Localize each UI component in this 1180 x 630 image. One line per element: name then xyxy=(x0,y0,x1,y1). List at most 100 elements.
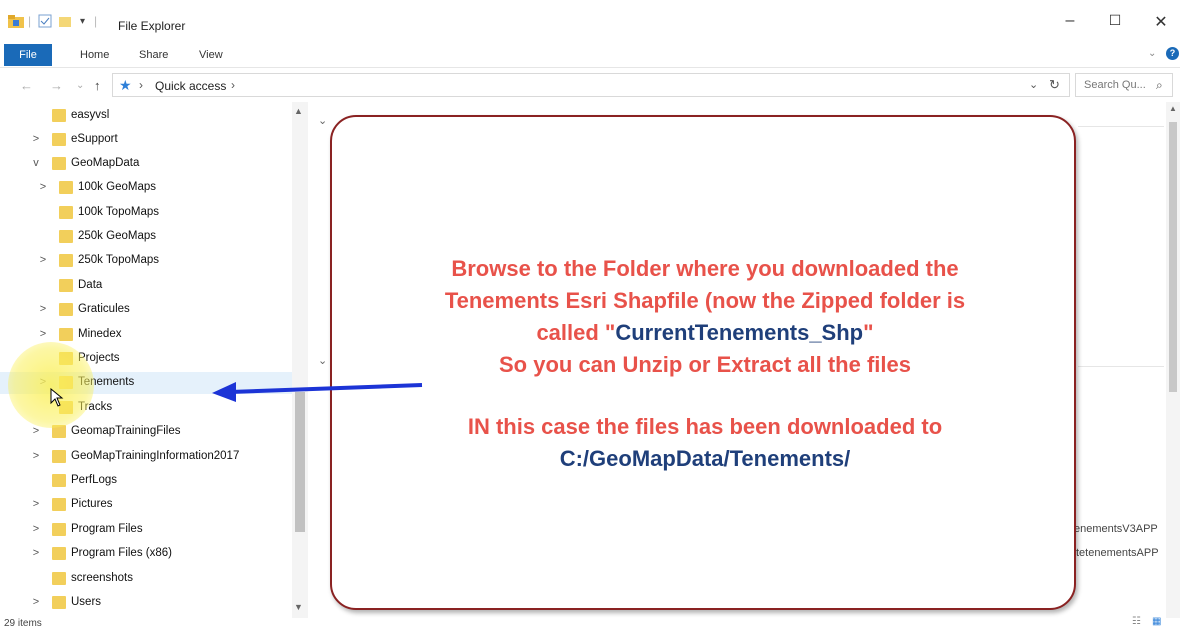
expand-chevron-icon[interactable]: > xyxy=(30,596,42,608)
properties-icon[interactable] xyxy=(38,14,52,28)
tree-item[interactable]: > Program Files xyxy=(0,519,292,541)
breadcrumb-quick-access[interactable]: Quick access xyxy=(155,79,226,93)
folder-icon xyxy=(52,133,66,146)
tab-view[interactable]: View xyxy=(199,49,223,61)
content-scrollbar[interactable]: ▲ xyxy=(1166,102,1180,618)
window-title: File Explorer xyxy=(118,19,186,33)
tree-item-label: Program Files (x86) xyxy=(71,547,172,559)
tree-item-label: PerfLogs xyxy=(71,474,118,486)
search-input[interactable]: Search Qu... ⌕ xyxy=(1075,73,1173,97)
folder-icon xyxy=(52,596,66,609)
tree-item[interactable]: > Users xyxy=(0,592,292,614)
file-explorer-icon[interactable] xyxy=(8,14,24,28)
tree-item[interactable]: > eSupport xyxy=(0,129,292,151)
large-icons-view-icon[interactable]: ▦ xyxy=(1152,616,1161,627)
file-name-partial[interactable]: tetenementsAPP xyxy=(1076,547,1159,559)
item-count: 29 items xyxy=(4,618,42,629)
expand-chevron-icon[interactable]: > xyxy=(37,303,49,315)
folder-icon xyxy=(59,181,73,194)
file-name-partial[interactable]: enementsV3APP xyxy=(1074,523,1158,535)
folder-icon xyxy=(59,254,73,267)
tree-item-label: 250k GeoMaps xyxy=(78,230,156,242)
status-bar: 29 items ☷ ▦ xyxy=(0,616,1180,630)
scroll-up-icon[interactable]: ▲ xyxy=(1169,104,1177,113)
scroll-up-icon[interactable]: ▲ xyxy=(294,106,303,116)
expand-chevron-icon[interactable]: > xyxy=(30,450,42,462)
group-collapse-icon[interactable]: ⌄ xyxy=(318,114,327,127)
search-placeholder: Search Qu... xyxy=(1084,79,1146,91)
refresh-icon[interactable]: ↻ xyxy=(1049,77,1060,93)
tree-item[interactable]: Data xyxy=(0,275,292,297)
tree-item-label: 100k TopoMaps xyxy=(78,206,159,218)
scrollbar-thumb[interactable] xyxy=(295,392,305,532)
tree-item[interactable]: > GeoMapTrainingInformation2017 xyxy=(0,446,292,468)
tree-item-label: GeoMapData xyxy=(71,157,140,169)
tab-share[interactable]: Share xyxy=(139,49,168,61)
cursor-highlight xyxy=(8,342,94,428)
back-arrow-icon[interactable]: ← xyxy=(20,78,33,93)
callout-line: IN this case the files has been download… xyxy=(467,414,943,439)
scroll-down-icon[interactable]: ▼ xyxy=(294,602,303,612)
tree-item[interactable]: >100k GeoMaps xyxy=(0,177,292,199)
address-bar-row: ← → ⌄ ↑ ★ › Quick access › ⌄ ↻ Search Qu… xyxy=(0,68,1180,102)
folder-icon xyxy=(59,206,73,219)
group-divider xyxy=(1078,126,1164,127)
recent-locations-icon[interactable]: ⌄ xyxy=(76,80,84,91)
breadcrumb-separator-icon[interactable]: › xyxy=(231,78,235,92)
divider: | xyxy=(28,14,32,28)
expand-chevron-icon[interactable]: > xyxy=(30,523,42,535)
tree-item[interactable]: > Graticules xyxy=(0,299,292,321)
folder-icon xyxy=(52,547,66,560)
tree-item-label: Minedex xyxy=(78,328,122,340)
forward-arrow-icon[interactable]: → xyxy=(50,78,63,93)
callout-path: C:/GeoMapData/Tenements/ xyxy=(559,446,851,471)
group-collapse-icon[interactable]: ⌄ xyxy=(318,354,327,367)
tab-file[interactable]: File xyxy=(4,44,52,66)
up-arrow-icon[interactable]: ↑ xyxy=(94,78,101,93)
tree-item[interactable]: easyvsl xyxy=(0,105,292,127)
tree-item[interactable]: 250k GeoMaps xyxy=(0,226,292,248)
expand-chevron-icon[interactable]: v xyxy=(30,157,42,169)
breadcrumb-separator-icon[interactable]: › xyxy=(139,78,143,92)
folder-icon xyxy=(52,572,66,585)
callout-text: " xyxy=(863,320,874,345)
tree-item-label: GeomapTrainingFiles xyxy=(71,425,181,437)
nav-pane-scrollbar[interactable]: ▲ ▼ xyxy=(292,102,308,618)
folder-icon xyxy=(52,109,66,122)
address-bar[interactable]: ★ › Quick access › ⌄ ↻ xyxy=(112,73,1070,97)
maximize-button[interactable]: ☐ xyxy=(1100,12,1130,29)
expand-chevron-icon[interactable]: > xyxy=(37,181,49,193)
tree-item[interactable]: >250k TopoMaps xyxy=(0,250,292,272)
tree-item[interactable]: v GeoMapData xyxy=(0,153,292,175)
tree-item-label: Data xyxy=(78,279,103,291)
customize-toolbar-icon[interactable]: ▾ xyxy=(80,16,85,27)
tree-item[interactable]: > Pictures xyxy=(0,494,292,516)
folder-icon xyxy=(52,157,66,170)
folder-icon xyxy=(59,279,73,292)
expand-chevron-icon[interactable]: > xyxy=(37,328,49,340)
title-bar: | ▾ | File Explorer – ☐ ✕ xyxy=(0,0,1180,42)
tree-item[interactable]: screenshots xyxy=(0,568,292,590)
tree-item[interactable]: PerfLogs xyxy=(0,470,292,492)
tab-home[interactable]: Home xyxy=(80,49,109,61)
scrollbar-thumb[interactable] xyxy=(1169,122,1177,392)
search-icon[interactable]: ⌕ xyxy=(1156,78,1163,93)
tree-item-label: Program Files xyxy=(71,523,143,535)
minimize-button[interactable]: – xyxy=(1055,12,1085,30)
expand-ribbon-icon[interactable]: ⌄ xyxy=(1148,48,1156,59)
expand-chevron-icon[interactable]: > xyxy=(30,498,42,510)
close-button[interactable]: ✕ xyxy=(1146,12,1176,32)
quick-access-star-icon: ★ xyxy=(119,77,132,93)
details-view-icon[interactable]: ☷ xyxy=(1132,616,1141,627)
callout-text: called " xyxy=(536,320,616,345)
help-icon[interactable]: ? xyxy=(1166,47,1179,60)
tree-item[interactable]: > Program Files (x86) xyxy=(0,543,292,565)
address-dropdown-icon[interactable]: ⌄ xyxy=(1029,78,1038,91)
folder-icon xyxy=(52,450,66,463)
expand-chevron-icon[interactable]: > xyxy=(37,254,49,266)
expand-chevron-icon[interactable]: > xyxy=(30,547,42,559)
tree-item[interactable]: 100k TopoMaps xyxy=(0,202,292,224)
new-folder-icon[interactable] xyxy=(58,14,72,28)
expand-chevron-icon[interactable]: > xyxy=(30,133,42,145)
folder-icon xyxy=(52,498,66,511)
